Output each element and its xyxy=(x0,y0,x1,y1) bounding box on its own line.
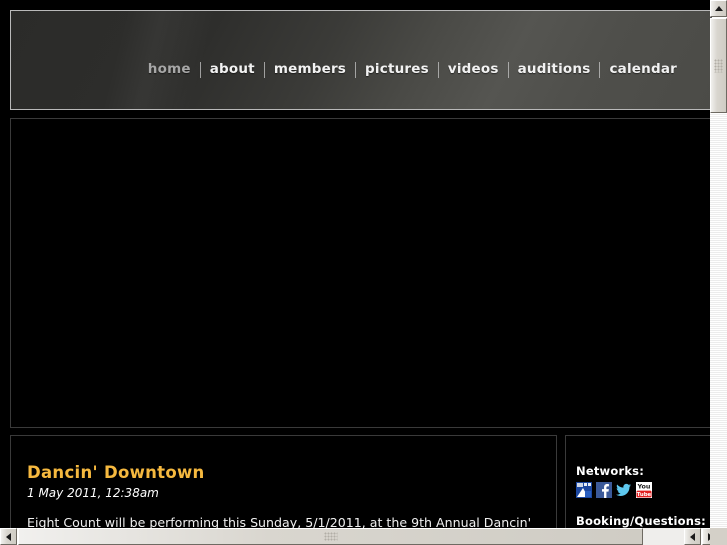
nav-separator xyxy=(507,61,509,78)
site-header: home about members pictures videos audit… xyxy=(10,10,710,110)
horizontal-scroll-thumb[interactable] xyxy=(18,528,643,545)
browser-viewport: home about members pictures videos audit… xyxy=(0,0,710,528)
twitter-icon[interactable] xyxy=(616,482,632,498)
nav-item-about[interactable]: about xyxy=(201,61,264,78)
post-date: 1 May 2011, 12:38am xyxy=(27,486,159,500)
nav-separator xyxy=(599,61,601,78)
scroll-up-button[interactable] xyxy=(710,0,727,17)
social-links-row: You Tube xyxy=(576,482,702,498)
post-panel: Dancin' Downtown 1 May 2011, 12:38am Eig… xyxy=(10,435,557,528)
post-title: Dancin' Downtown xyxy=(27,463,205,482)
vertical-scroll-thumb[interactable] xyxy=(710,18,727,113)
nav-separator xyxy=(355,61,357,78)
svg-text:Tube: Tube xyxy=(637,492,652,498)
main-navigation: home about members pictures videos audit… xyxy=(139,61,686,78)
chevron-up-icon xyxy=(714,6,723,11)
nav-separator xyxy=(437,61,439,78)
nav-separator xyxy=(263,61,265,78)
nav-item-members[interactable]: members xyxy=(265,61,355,78)
youtube-icon[interactable]: You Tube xyxy=(636,482,652,498)
svg-text:You: You xyxy=(637,483,651,491)
post-body: Eight Count will be performing this Sund… xyxy=(27,515,532,528)
nav-item-pictures[interactable]: pictures xyxy=(356,61,438,78)
nav-item-home[interactable]: home xyxy=(139,61,200,78)
horizontal-scrollbar[interactable] xyxy=(0,528,727,545)
networks-heading: Networks: xyxy=(576,464,645,478)
horizontal-scroll-trough[interactable] xyxy=(643,528,684,545)
media-stage[interactable] xyxy=(10,118,710,428)
sidebar-panel: Networks: You Tube Booking/Questions: xyxy=(565,435,710,528)
scroll-grip-icon xyxy=(714,59,723,72)
chevron-left-icon xyxy=(6,532,11,541)
chevron-left-icon xyxy=(690,532,695,541)
vertical-scroll-trough[interactable] xyxy=(710,113,727,528)
myspace-icon[interactable] xyxy=(576,482,592,498)
nav-item-auditions[interactable]: auditions xyxy=(509,61,600,78)
scrollbar-corner xyxy=(710,528,727,545)
vertical-scrollbar[interactable] xyxy=(710,0,727,528)
scroll-grip-icon xyxy=(324,532,337,541)
scroll-left-button[interactable] xyxy=(0,528,17,545)
scroll-left-button-secondary[interactable] xyxy=(684,528,701,545)
nav-item-videos[interactable]: videos xyxy=(439,61,508,78)
nav-item-calendar[interactable]: calendar xyxy=(600,61,686,78)
booking-heading: Booking/Questions: xyxy=(576,514,706,528)
nav-separator xyxy=(199,61,201,78)
facebook-icon[interactable] xyxy=(596,482,612,498)
